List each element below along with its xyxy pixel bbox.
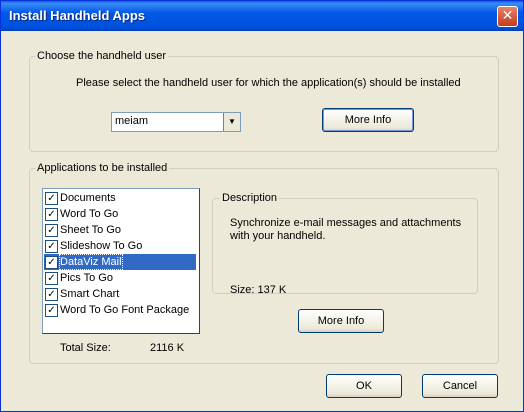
total-size-label: Total Size: [60,342,111,354]
app-list-item[interactable]: ✓ Pics To Go [44,270,196,286]
close-icon: ✕ [501,8,514,24]
app-label: Documents [60,192,116,204]
app-label: Slideshow To Go [60,240,143,252]
user-more-info-label: More Info [344,114,392,126]
user-group-legend: Choose the handheld user [37,50,167,62]
ok-button[interactable]: OK [326,374,402,398]
cancel-label: Cancel [442,380,478,392]
description-text: Synchronize e-mail messages and attachme… [230,217,462,242]
app-more-info-button[interactable]: More Info [298,309,384,333]
user-more-info-button[interactable]: More Info [322,108,414,132]
app-more-info-label: More Info [317,315,365,327]
app-checkbox[interactable]: ✓ [45,288,58,301]
app-label: Word To Go [60,208,119,220]
install-dialog: Install Handheld Apps ✕ Choose the handh… [0,0,524,412]
ok-label: OK [356,380,372,392]
description-group: Description Synchronize e-mail messages … [212,192,478,296]
app-checkbox[interactable]: ✓ [45,224,58,237]
app-checkbox[interactable]: ✓ [45,304,58,317]
app-checkbox[interactable]: ✓ [45,192,58,205]
title-bar[interactable]: Install Handheld Apps ✕ [1,1,523,31]
app-size-text: Size: 137 K [230,284,287,296]
cancel-button[interactable]: Cancel [422,374,498,398]
close-button[interactable]: ✕ [497,6,518,27]
app-list-item[interactable]: ✓ DataViz Mail [44,254,196,270]
apps-group-legend: Applications to be installed [37,162,168,174]
app-checkbox[interactable]: ✓ [45,208,58,221]
app-checkbox[interactable]: ✓ [45,256,58,269]
user-group: Choose the handheld user Please select t… [29,50,499,152]
app-list-item[interactable]: ✓ Sheet To Go [44,222,196,238]
app-list-item[interactable]: ✓ Word To Go [44,206,196,222]
apps-group: Applications to be installed ✓ Documents ✓… [29,162,499,364]
app-label: Word To Go Font Package [60,304,190,316]
app-list-item[interactable]: ✓ Smart Chart [44,286,196,302]
app-list-item[interactable]: ✓ Documents [44,190,196,206]
window-title: Install Handheld Apps [9,8,146,23]
app-label: DataViz Mail [59,254,123,270]
app-listbox[interactable]: ✓ Documents ✓ Word To Go ✓ Sheet To Go ✓ Slides… [42,188,200,334]
app-label: Smart Chart [60,288,120,300]
chevron-down-icon[interactable]: ▼ [223,113,240,131]
user-select[interactable]: meiam ▼ [111,112,241,132]
user-select-value: meiam [115,115,149,127]
description-legend: Description [222,192,278,204]
app-label: Sheet To Go [60,224,121,236]
app-label: Pics To Go [60,272,113,284]
app-list-item[interactable]: ✓ Slideshow To Go [44,238,196,254]
user-prompt: Please select the handheld user for whic… [76,77,461,89]
app-checkbox[interactable]: ✓ [45,240,58,253]
app-checkbox[interactable]: ✓ [45,272,58,285]
app-list-item[interactable]: ✓ Word To Go Font Package [44,302,196,318]
total-size-value: 2116 K [150,342,185,354]
